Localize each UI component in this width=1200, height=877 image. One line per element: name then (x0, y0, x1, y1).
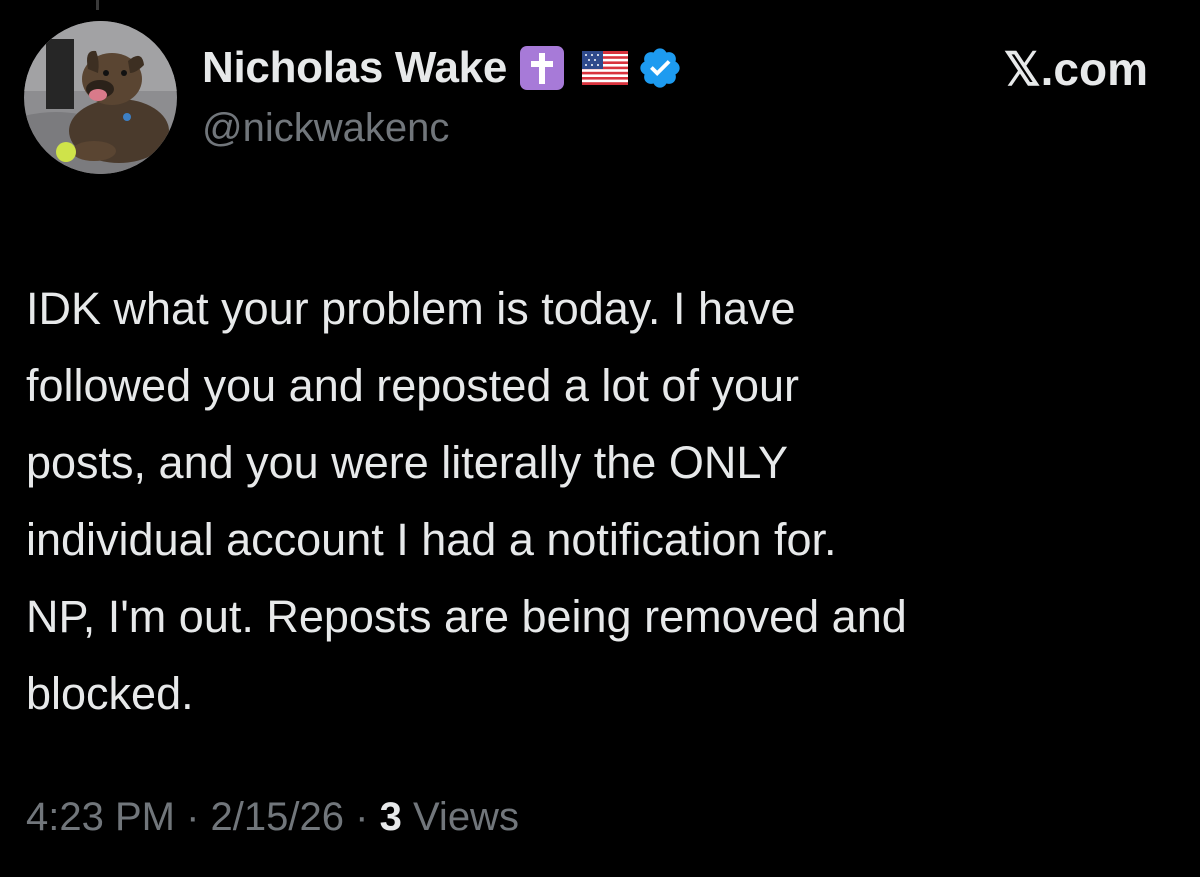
avatar-dog-image (24, 21, 177, 174)
verified-badge-icon[interactable] (637, 45, 683, 91)
brand-label: 𝕏.com (1003, 43, 1148, 95)
latin-cross-icon (520, 46, 565, 90)
author-name-row: Nicholas Wake (202, 36, 683, 100)
author-display-name[interactable]: Nicholas Wake (202, 43, 507, 93)
thread-connector-line (96, 0, 99, 10)
tweet-line: blocked. (26, 668, 194, 719)
tweet-line: followed you and reposted a lot of your (26, 360, 799, 411)
tweet-line: posts, and you were literally the ONLY (26, 437, 789, 488)
author-handle[interactable]: @nickwakenc (202, 106, 449, 151)
tweet-meta: 4:23 PM · 2/15/26 · 3 Views (26, 795, 519, 840)
tweet-text: IDK what your problem is today. I have f… (26, 270, 1166, 732)
meta-separator: · (186, 795, 200, 839)
views-count[interactable]: 3 (380, 795, 402, 839)
tweet-line: individual account I had a notification … (26, 514, 837, 565)
views-label[interactable]: Views (413, 795, 519, 839)
meta-separator: · (355, 795, 369, 839)
tweet-line: IDK what your problem is today. I have (26, 283, 796, 334)
avatar[interactable] (24, 21, 177, 174)
tweet-date[interactable]: 2/15/26 (211, 795, 344, 839)
tweet-time[interactable]: 4:23 PM (26, 795, 175, 839)
brand-logo: 𝕏.com (1004, 42, 1148, 96)
tweet-line: NP, I'm out. Reposts are being removed a… (26, 591, 907, 642)
us-flag-icon (582, 51, 629, 85)
